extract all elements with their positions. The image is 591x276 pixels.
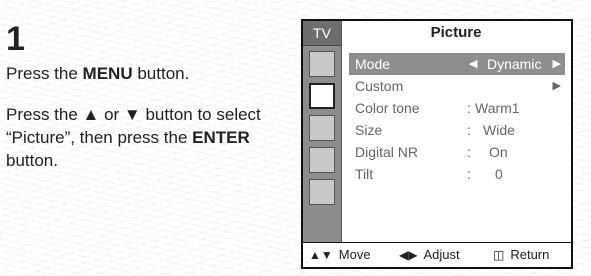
instruction-text: Press the [6, 64, 83, 83]
setup-icon[interactable] [309, 179, 335, 205]
menu-item-value: On [489, 144, 508, 160]
instruction-paragraph-2: Press the ▲ or ▼ button to select “Pictu… [6, 103, 296, 172]
left-right-arrow-icon: ◀▶ [399, 248, 418, 262]
colon-separator: : [467, 100, 471, 116]
footer-return: ◫ Return [493, 243, 549, 267]
return-icon: ◫ [493, 248, 505, 262]
sound-icon[interactable] [309, 115, 335, 141]
menu-item-value: Warm1 [475, 100, 520, 116]
osd-footer: ▲▼ Move ◀▶ Adjust ◫ Return [303, 242, 571, 267]
up-down-arrow-icon: ▲▼ [309, 248, 333, 262]
left-arrow-icon: ◀ [469, 58, 478, 70]
instruction-text: button. [6, 151, 58, 170]
footer-move-label: Move [338, 247, 371, 262]
footer-move: ▲▼ Move [309, 243, 371, 267]
instruction-paragraph-1: Press the MENU button. [6, 62, 296, 85]
footer-adjust-label: Adjust [423, 247, 460, 262]
menu-item-color-tone[interactable]: Color tone : Warm1 [349, 97, 565, 119]
channel-icon[interactable] [309, 147, 335, 173]
menu-item-label: Mode [355, 56, 391, 72]
step-number: 1 [6, 20, 25, 58]
picture-menu: Mode ◀ Dynamic ▶ Custom ▶ Color tone : W… [349, 53, 565, 185]
menu-item-value: Wide [483, 122, 515, 138]
menu-item-label: Color tone [355, 100, 420, 116]
footer-return-label: Return [510, 247, 550, 262]
enter-key-label: ENTER [192, 128, 250, 147]
menu-item-tilt[interactable]: Tilt : 0 [349, 163, 565, 185]
instruction-block: 1 Press the MENU button. Press the ▲ or … [6, 22, 296, 190]
colon-separator: : [467, 166, 471, 182]
tv-osd-menu: TV Picture Mode ◀ Dynamic ▶ Custom ▶ Col… [301, 19, 573, 269]
colon-separator: : [467, 122, 471, 138]
osd-title: Picture [430, 24, 482, 41]
colon-separator: : [467, 144, 471, 160]
instruction-text: button. [132, 64, 190, 83]
menu-item-label: Size [355, 122, 383, 138]
menu-item-value: 0 [495, 166, 503, 182]
right-arrow-icon: ▶ [552, 58, 561, 70]
menu-item-custom[interactable]: Custom ▶ [349, 75, 565, 97]
menu-key-label: MENU [82, 64, 133, 83]
submenu-arrow-icon: ▶ [552, 80, 561, 92]
tv-tab-label: TV [303, 21, 341, 46]
menu-item-label: Digital NR [355, 144, 419, 160]
footer-adjust: ◀▶ Adjust [399, 243, 460, 267]
picture-icon[interactable] [309, 83, 335, 109]
menu-item-label: Tilt [355, 166, 374, 182]
menu-item-size[interactable]: Size : Wide [349, 119, 565, 141]
menu-item-label: Custom [355, 78, 404, 94]
menu-item-value: Dynamic [487, 56, 542, 72]
menu-item-mode[interactable]: Mode ◀ Dynamic ▶ [349, 53, 565, 75]
input-icon[interactable] [309, 51, 335, 77]
osd-sidebar: TV [303, 21, 342, 243]
menu-item-digital-nr[interactable]: Digital NR : On [349, 141, 565, 163]
